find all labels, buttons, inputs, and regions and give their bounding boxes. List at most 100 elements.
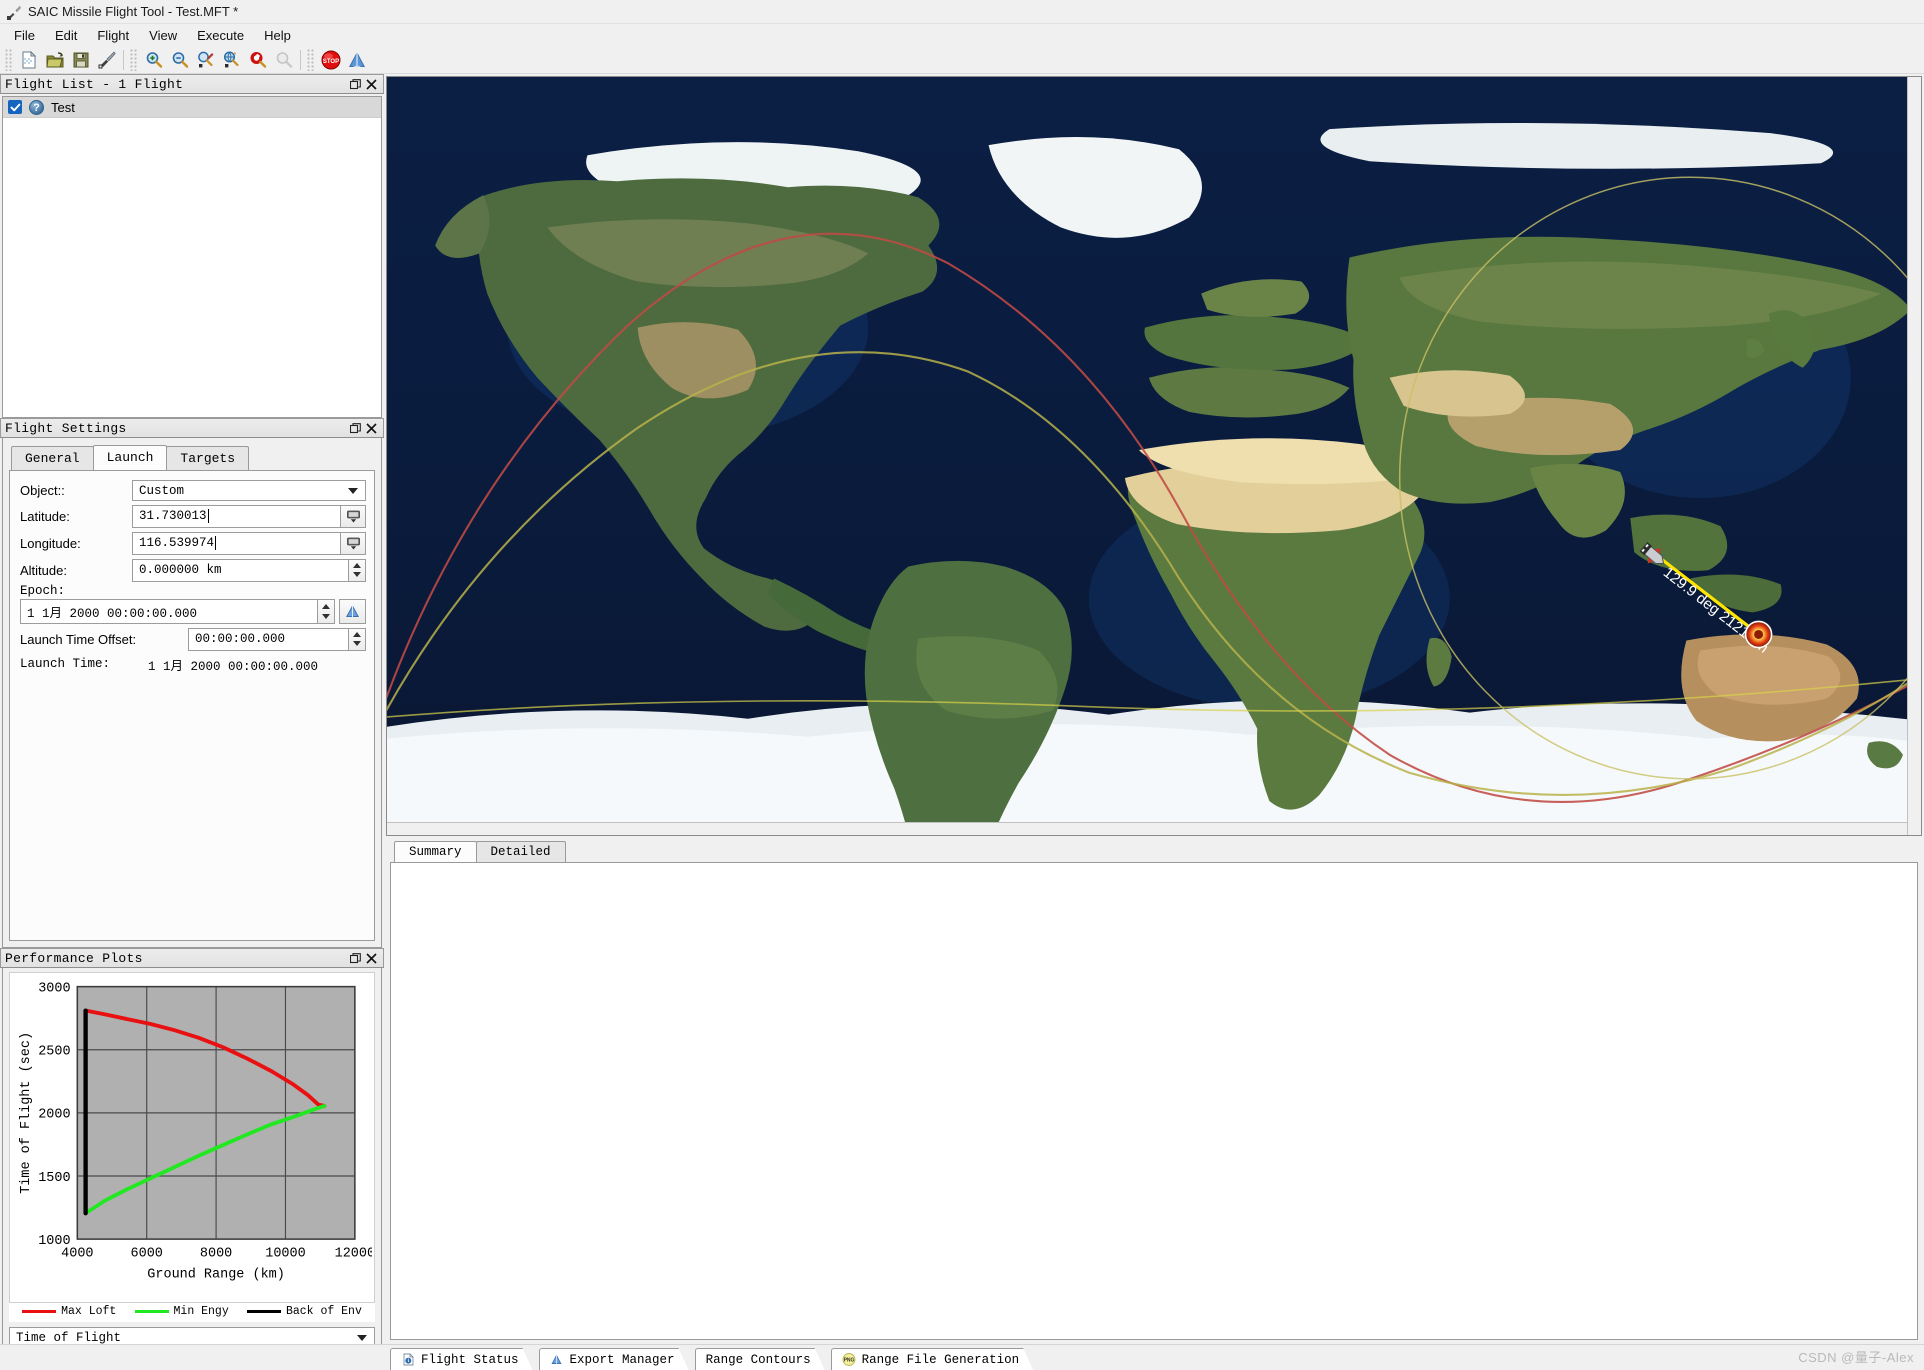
latitude-row: Latitude: 31.730013 [20,503,366,529]
bottom-tab-export-manager[interactable]: Export Manager [539,1348,689,1370]
zoom-out-icon[interactable] [167,48,193,72]
application-window: SAIC Missile Flight Tool - Test.MFT * Fi… [0,0,1924,1370]
object-select[interactable]: Custom [132,480,366,501]
flight-settings-body: General Launch Targets Object:: Custom L… [2,438,382,948]
object-value: Custom [139,483,185,498]
menu-view[interactable]: View [139,26,187,45]
window-title: SAIC Missile Flight Tool - Test.MFT * [28,4,239,19]
close-icon[interactable] [363,76,379,92]
zoom-disabled-icon [271,48,297,72]
map-canvas[interactable]: 129.9 deg 2121 km [387,77,1921,835]
run-icon[interactable] [344,48,370,72]
epoch-input[interactable]: 1 1月 2000 00:00:00.000 [20,599,318,624]
y-axis-label: Time of Flight (sec) [19,1032,34,1194]
performance-plots-panel: Performance Plots 1000 1500 2000 2500 30… [0,948,384,1370]
tab-detailed[interactable]: Detailed [475,841,566,862]
launch-offset-row: Launch Time Offset: 00:00:00.000 [20,626,366,652]
flight-settings-panel: Flight Settings General Launch Targets O… [0,418,384,948]
new-file-icon[interactable] [16,48,42,72]
legend-swatch-back-of-env [246,1310,281,1313]
map-horizontal-scrollbar[interactable] [387,822,1907,835]
toolbar-grip-2[interactable] [130,48,138,71]
flight-settings-tabs: General Launch Targets [3,444,381,470]
bottom-tab-range-file-generation[interactable]: PNG Range File Generation [831,1348,1034,1370]
menu-edit[interactable]: Edit [45,26,87,45]
epoch-calendar-button[interactable] [339,599,366,624]
stepper-up-icon[interactable] [353,563,361,569]
latitude-label: Latitude: [20,508,70,524]
longitude-value: 116.539974 [139,536,215,550]
menu-execute[interactable]: Execute [187,26,254,45]
performance-plots-title-bar: Performance Plots [0,948,384,968]
pick-latitude-on-map-icon[interactable] [341,504,366,528]
list-item[interactable]: ? Test [3,97,381,118]
menu-flight[interactable]: Flight [87,26,139,45]
toolbar-separator-2 [300,49,301,70]
toolbar-separator [123,49,124,70]
svg-text:STOP: STOP [323,59,339,65]
png-icon: PNG [842,1353,856,1367]
output-content[interactable] [390,862,1918,1340]
tab-launch[interactable]: Launch [92,445,168,470]
longitude-input[interactable]: 116.539974 [132,531,341,555]
export-icon [550,1353,564,1367]
altitude-stepper[interactable] [349,558,366,582]
zoom-to-launch-icon[interactable] [193,48,219,72]
question-icon: ? [29,99,44,115]
latitude-input[interactable]: 31.730013 [132,504,341,528]
watermark: CSDN @量子-Alex [1798,1350,1914,1365]
stepper-down-icon[interactable] [353,571,361,577]
stepper-up-icon[interactable] [322,604,330,610]
menu-file[interactable]: File [4,26,45,45]
x-tick-label: 10000 [265,1246,305,1261]
tab-summary[interactable]: Summary [394,841,477,862]
zoom-to-globe-icon[interactable] [219,48,245,72]
plot-variable-value: Time of Flight [16,1331,122,1345]
missile-icon [6,4,22,20]
undock-icon[interactable] [347,76,363,92]
close-icon[interactable] [363,420,379,436]
stop-icon[interactable]: STOP [318,48,344,72]
legend-label-min-engy: Min Engy [173,1305,229,1318]
tab-targets[interactable]: Targets [166,446,250,470]
legend-swatch-min-engy [134,1310,169,1313]
launch-offset-input[interactable]: 00:00:00.000 [188,627,349,651]
undock-icon[interactable] [347,420,363,436]
bottom-tab-range-contours[interactable]: Range Contours [695,1348,825,1370]
close-icon[interactable] [363,950,379,966]
stepper-down-icon[interactable] [322,613,330,619]
checkbox-checked-icon[interactable] [8,100,22,114]
stepper-up-icon[interactable] [353,632,361,638]
bottom-tab-flight-status[interactable]: i Flight Status [390,1348,533,1370]
pick-longitude-on-map-icon[interactable] [341,531,366,555]
menu-help[interactable]: Help [254,26,301,45]
toolbar-grip[interactable] [5,48,13,71]
performance-plots-body: 1000 1500 2000 2500 3000 4000 6000 8000 10000 120… [2,968,382,1354]
save-disk-icon[interactable] [68,48,94,72]
missile-icon[interactable] [94,48,120,72]
launch-time-value: 1 1月 2000 00:00:00.000 [148,659,319,674]
menu-bar: File Edit Flight View Execute Help [0,24,1924,46]
epoch-stepper[interactable] [318,599,335,624]
altitude-input[interactable]: 0.000000 km [132,558,349,582]
launch-offset-stepper[interactable] [349,627,366,651]
flight-list-body[interactable]: ? Test [2,96,382,418]
flight-settings-title-bar: Flight Settings [0,418,384,438]
epoch-row: 1 1月 2000 00:00:00.000 [20,599,366,624]
bottom-tab-label: Flight Status [421,1352,519,1367]
map-view[interactable]: 129.9 deg 2121 km [386,76,1922,836]
svg-text:PNG: PNG [843,1358,854,1364]
zoom-reset-icon[interactable] [245,48,271,72]
zoom-in-icon[interactable] [141,48,167,72]
altitude-value: 0.000000 km [139,563,222,577]
chevron-down-icon [357,1335,367,1341]
stepper-down-icon[interactable] [353,640,361,646]
tab-general[interactable]: General [11,446,94,470]
undock-icon[interactable] [347,950,363,966]
x-tick-label: 12000 [335,1246,372,1261]
map-vertical-scrollbar[interactable] [1907,77,1921,835]
open-folder-icon[interactable] [42,48,68,72]
toolbar-grip-3[interactable] [307,48,315,71]
bottom-tab-label: Range File Generation [861,1352,1020,1367]
flight-list-title-bar: Flight List - 1 Flight [0,74,384,94]
